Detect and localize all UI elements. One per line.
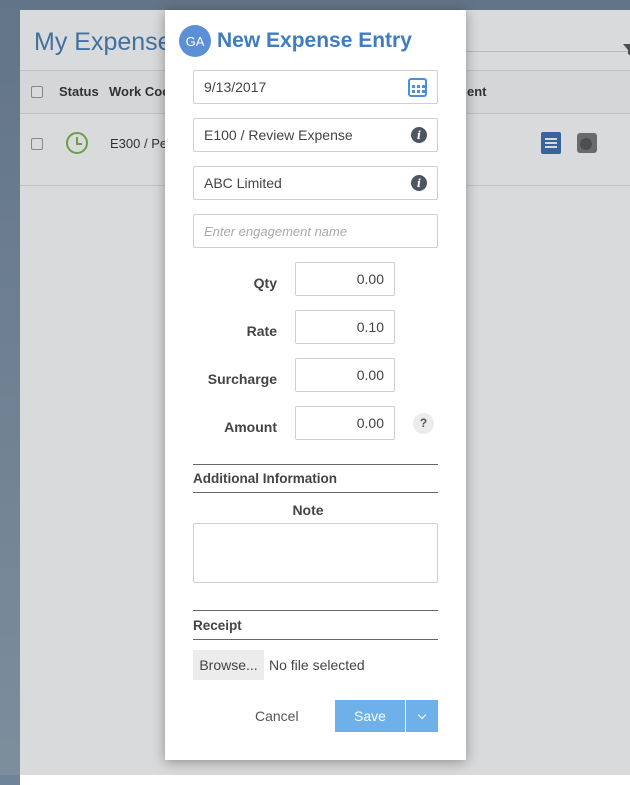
divider [193,639,438,640]
calendar-icon[interactable] [408,77,427,97]
amount-input[interactable]: 0.00 [295,406,395,440]
amount-label: Amount [224,419,277,435]
engagement-placeholder: Enter engagement name [204,223,348,239]
date-value: 9/13/2017 [204,79,267,95]
dialog-header: GA New Expense Entry [179,25,412,57]
client-value: ABC Limited [204,175,282,191]
info-icon[interactable]: i [411,175,427,191]
save-options-button[interactable] [406,700,438,732]
work-code-field[interactable]: E100 / Review Expense i [193,118,438,152]
avatar: GA [179,25,211,57]
additional-info-heading: Additional Information [193,471,337,486]
divider [193,610,438,611]
cancel-button[interactable]: Cancel [255,708,299,724]
surcharge-label: Surcharge [207,371,277,387]
date-field[interactable]: 9/13/2017 [193,70,438,104]
divider [193,464,438,465]
save-button[interactable]: Save [335,700,405,732]
chevron-down-icon [417,710,427,719]
browse-button[interactable]: Browse... [193,650,264,680]
help-icon[interactable]: ? [413,413,434,434]
client-field[interactable]: ABC Limited i [193,166,438,200]
surcharge-input[interactable]: 0.00 [295,358,395,392]
note-label: Note [292,502,324,518]
note-textarea[interactable] [193,523,438,583]
info-icon[interactable]: i [411,127,427,143]
rate-label: Rate [246,323,277,339]
divider [193,492,438,493]
dialog-title: New Expense Entry [217,29,412,52]
work-code-value: E100 / Review Expense [204,127,353,143]
new-expense-dialog: GA New Expense Entry 9/13/2017 E100 / Re… [165,10,466,760]
rate-input[interactable]: 0.10 [295,310,395,344]
file-status: No file selected [269,657,365,673]
engagement-field[interactable]: Enter engagement name [193,214,438,248]
qty-label: Qty [253,275,277,291]
qty-input[interactable]: 0.00 [295,262,395,296]
receipt-heading: Receipt [193,618,242,633]
